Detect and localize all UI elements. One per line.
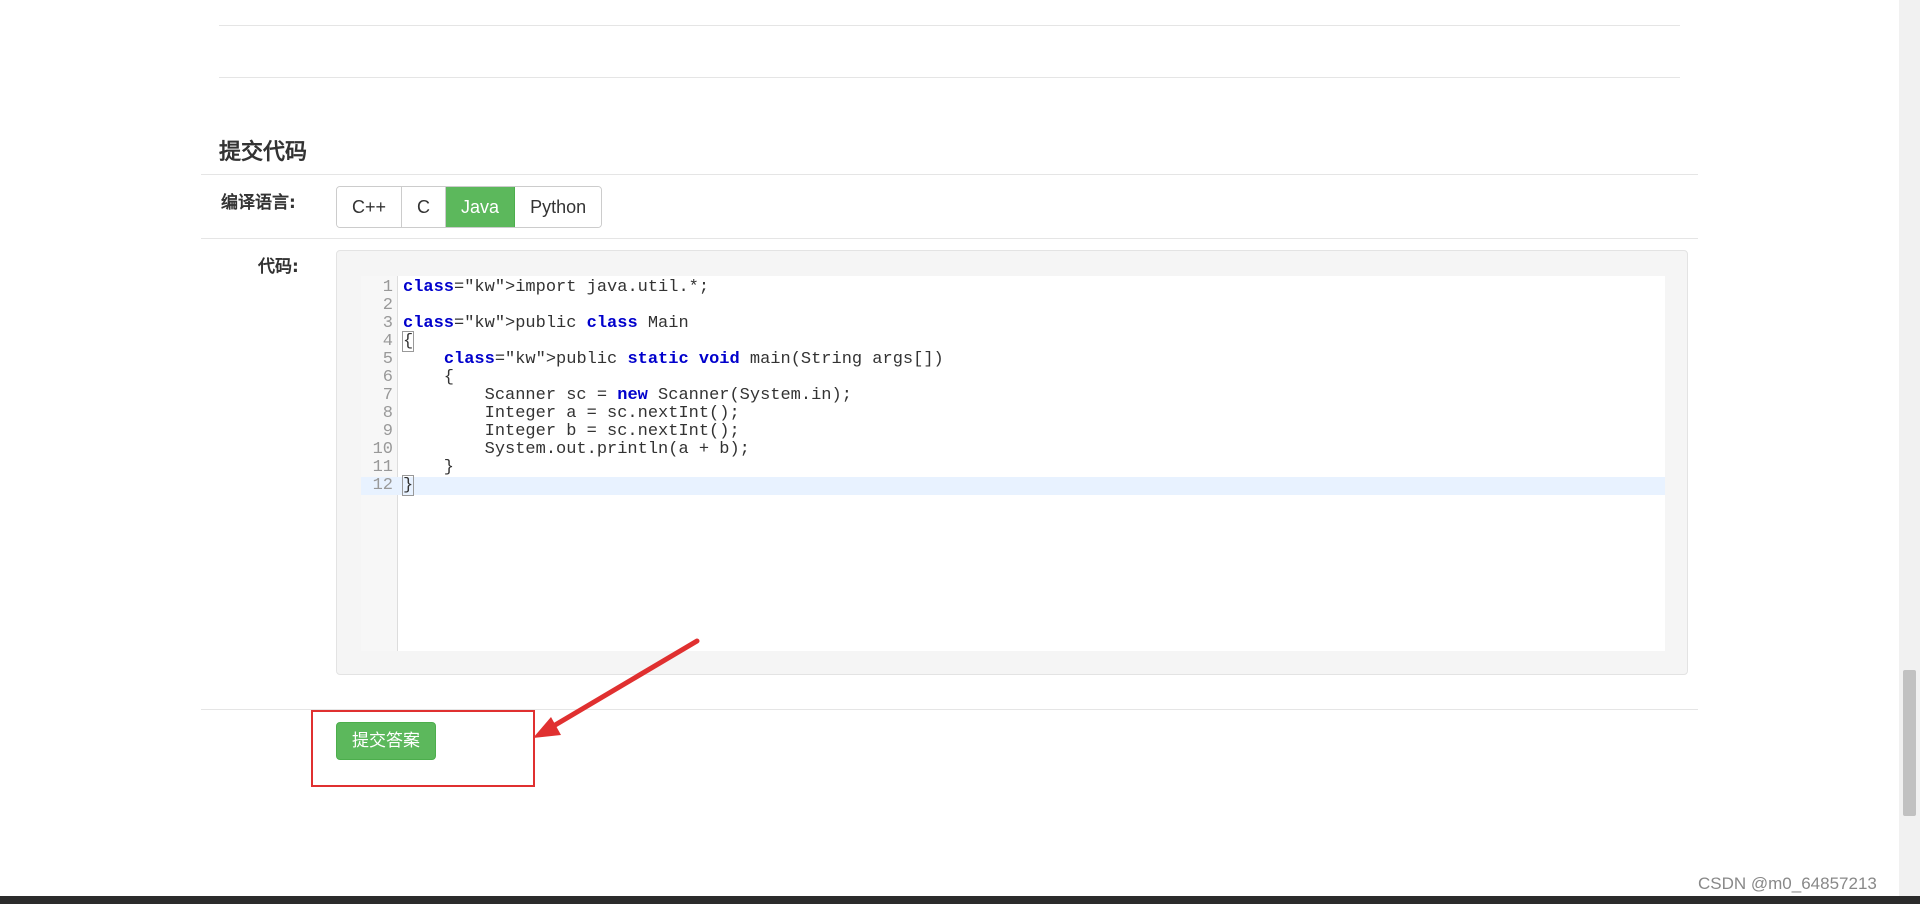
language-label: 编译语言:: [221, 193, 296, 213]
vertical-scrollbar[interactable]: [1899, 0, 1920, 896]
code-line: 5 class="kw">public static void main(Str…: [361, 351, 1665, 369]
line-number: 11: [372, 458, 393, 477]
code-editor[interactable]: 1 class="kw">import java.util.*; 2 3 class="…: [361, 276, 1665, 651]
section-title: 提交代码: [219, 140, 308, 165]
line-number: 6: [382, 368, 393, 387]
line-number: 9: [382, 422, 393, 441]
code-text: Scanner sc = new Scanner(System.in);: [403, 386, 852, 405]
line-number: 8: [382, 404, 393, 423]
code-line: 2: [361, 297, 1665, 315]
language-option-java[interactable]: Java: [446, 187, 516, 227]
divider-top: [219, 25, 1680, 26]
line-number: 4: [382, 332, 393, 351]
code-line: 10 System.out.println(a + b);: [361, 441, 1665, 459]
code-line: 8 Integer a = sc.nextInt();: [361, 405, 1665, 423]
submit-answer-button[interactable]: 提交答案: [336, 722, 436, 760]
code-text: class="kw">import java.util.*;: [403, 278, 710, 297]
language-option-python[interactable]: Python: [515, 187, 602, 227]
line-number: 2: [382, 296, 393, 315]
divider-upper: [219, 77, 1680, 78]
divider-section: [201, 174, 1698, 175]
code-text: class="kw">public class Main: [403, 314, 689, 333]
language-option-c[interactable]: C: [402, 187, 447, 227]
code-text: }: [403, 458, 455, 477]
code-line: 9 Integer b = sc.nextInt();: [361, 423, 1665, 441]
code-text: }: [401, 475, 415, 496]
code-text: class="kw">public static void main(Strin…: [443, 350, 944, 369]
code-line: 1 class="kw">import java.util.*;: [361, 279, 1665, 297]
language-selector: C++ C Java Python: [336, 186, 603, 228]
code-line: 12}: [361, 475, 1665, 496]
line-number: 3: [382, 314, 393, 333]
code-line: 11 }: [361, 459, 1665, 477]
line-number: 5: [382, 350, 393, 369]
code-label: 代码:: [258, 257, 299, 277]
watermark: CSDN @m0_64857213: [1698, 874, 1877, 893]
bottom-taskbar-edge: [0, 896, 1920, 904]
code-line: 3 class="kw">public class Main: [361, 315, 1665, 333]
code-text: {: [401, 331, 415, 352]
language-option-cpp[interactable]: C++: [337, 187, 403, 227]
code-text: Integer b = sc.nextInt();: [403, 422, 740, 441]
code-editor-panel: 1 class="kw">import java.util.*; 2 3 class="…: [336, 250, 1688, 675]
line-number: 7: [382, 386, 393, 405]
code-text: Integer a = sc.nextInt();: [403, 404, 740, 423]
code-line: 6 {: [361, 369, 1665, 387]
divider-language: [201, 238, 1698, 239]
code-text: System.out.println(a + b);: [403, 440, 750, 459]
code-text: {: [403, 368, 455, 387]
line-number: 1: [382, 278, 393, 297]
line-number: 12: [372, 476, 393, 495]
code-line: 4{: [361, 331, 1665, 352]
scrollbar-thumb[interactable]: [1903, 670, 1916, 816]
line-number: 10: [372, 440, 393, 459]
code-line: 7 Scanner sc = new Scanner(System.in);: [361, 387, 1665, 405]
code-lines: 1 class="kw">import java.util.*; 2 3 class="…: [361, 279, 1665, 496]
